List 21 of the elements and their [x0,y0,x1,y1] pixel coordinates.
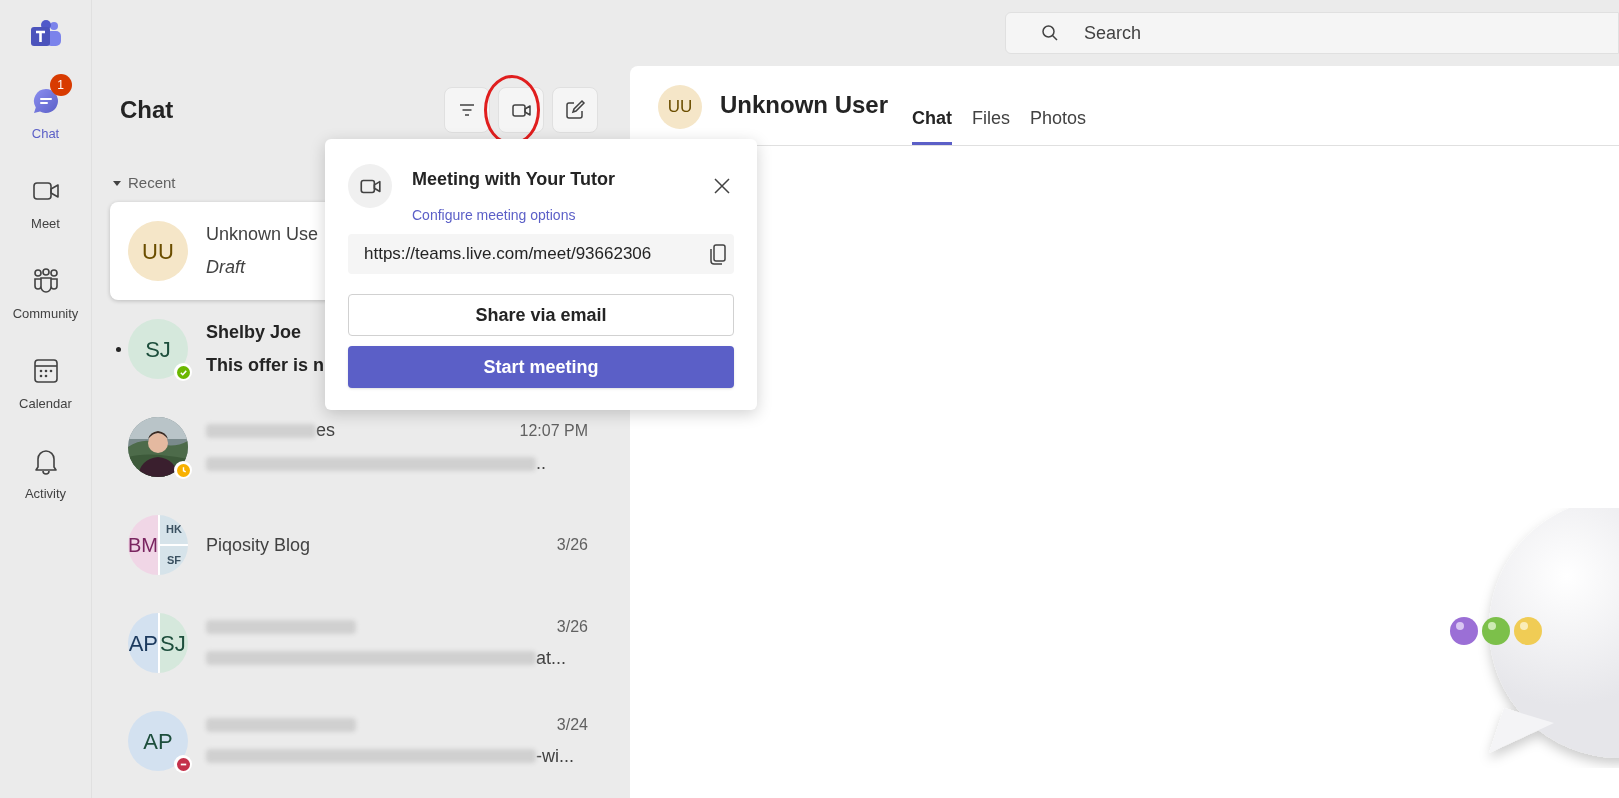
avatar: UU [658,85,702,129]
message-preview: Draft [206,256,245,279]
timestamp: 3/26 [556,535,588,555]
message-preview: -wi... [536,744,574,768]
panel-title: Chat [120,95,174,125]
message-preview: at... [536,646,566,670]
contact-name: Shelby Joe [206,321,302,344]
message-preview: This offer is n [206,354,324,377]
avatar: AP [128,711,188,771]
popup-title: Meeting with Your Tutor [412,168,616,191]
timestamp: 12:07 PM [519,420,588,441]
contact-name: es [316,419,335,442]
message-preview: .. [536,452,546,475]
contact-name: Unknown User [720,90,889,120]
contact-name: Unknown Use [206,223,319,246]
notification-badge: 1 [49,74,72,96]
contact-name: Piqosity Blog [206,533,311,557]
avatar: UU [128,221,188,281]
avatar: SJ [128,319,188,379]
timestamp: 3/26 [556,616,588,637]
timestamp: 3/24 [556,714,588,735]
